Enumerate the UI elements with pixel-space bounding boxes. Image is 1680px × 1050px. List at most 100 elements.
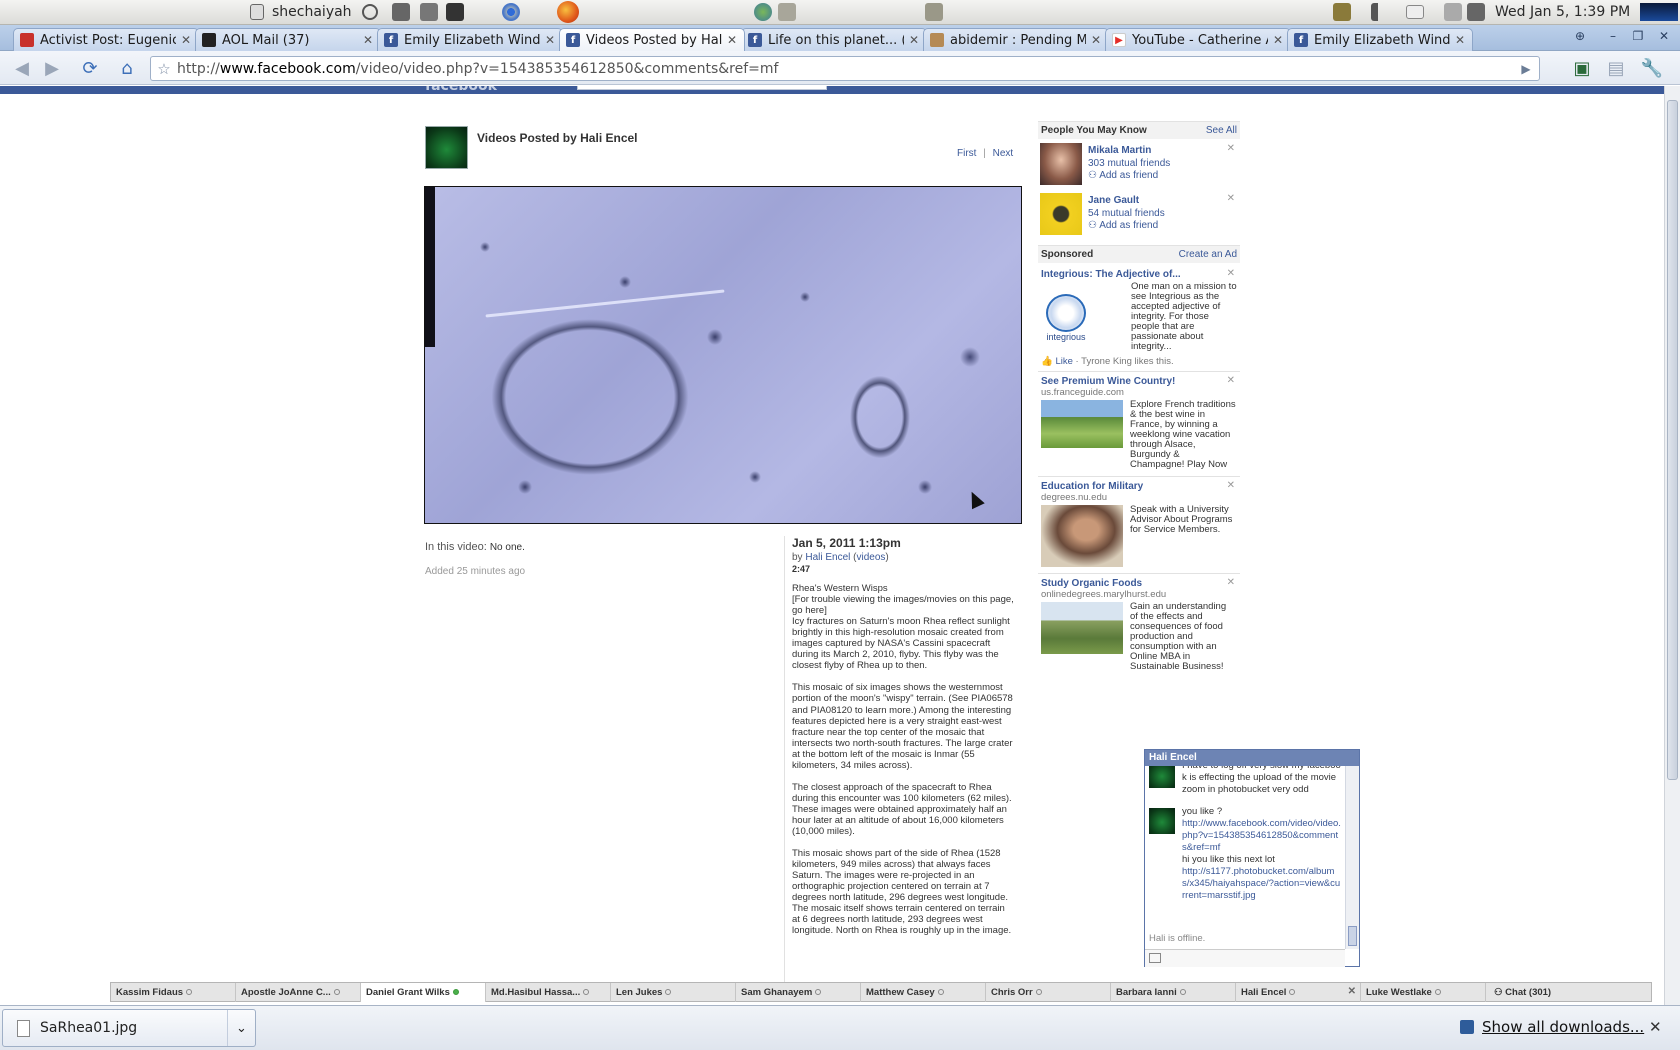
close-window-button[interactable]: ✕ xyxy=(1654,29,1674,45)
browser-tab[interactable]: f Emily Elizabeth Wind... ✕ xyxy=(377,28,563,51)
download-item[interactable]: SaRhea01.jpg ⌄ xyxy=(2,1009,256,1047)
chat-bar-item[interactable]: Md.Hasibul Hassa... xyxy=(486,983,611,1002)
chat-bar-item[interactable]: Chris Orr xyxy=(986,983,1111,1002)
ad-item[interactable]: Education for Military degrees.nu.edu ✕ … xyxy=(1038,476,1240,567)
chat-bar-item[interactable]: Kassim Fidaus xyxy=(111,983,236,1002)
chat-scrollbar[interactable] xyxy=(1345,766,1359,949)
globe-icon[interactable] xyxy=(754,2,772,22)
ad-image[interactable] xyxy=(1041,400,1123,448)
pager-next-link[interactable]: Next xyxy=(993,148,1014,159)
address-bar[interactable]: ☆ http://www.facebook.com/video/video.ph… xyxy=(150,56,1540,81)
page-scrollbar[interactable] xyxy=(1664,86,1680,1005)
dismiss-icon[interactable]: ✕ xyxy=(1227,268,1235,279)
close-chat-icon[interactable]: ✕ xyxy=(1348,986,1356,997)
ad-title[interactable]: See Premium Wine Country! xyxy=(1038,376,1240,387)
ad-item[interactable]: Integrious: The Adjective of... ✕ integr… xyxy=(1038,265,1240,367)
chat-bar-item[interactable]: Apostle JoAnne C... xyxy=(236,983,361,1002)
chevron-down-icon[interactable]: ⌄ xyxy=(227,1010,255,1046)
back-arrow-icon[interactable]: ◀ xyxy=(10,57,34,79)
chat-bar-item[interactable]: Daniel Grant Wilks xyxy=(361,983,486,1002)
chat-bar-item[interactable]: Luke Westlake xyxy=(1361,983,1486,1002)
ad-image[interactable] xyxy=(1041,602,1123,654)
author-link[interactable]: Hali Encel xyxy=(805,552,850,563)
dismiss-icon[interactable]: ✕ xyxy=(1227,480,1235,491)
avatar[interactable] xyxy=(1040,193,1082,235)
avatar[interactable] xyxy=(1149,808,1175,834)
add-friend-link[interactable]: ⚇ Add as friend xyxy=(1088,170,1158,181)
new-tab-button[interactable]: ⊕ xyxy=(1570,29,1590,45)
create-ad-link[interactable]: Create an Ad xyxy=(1179,249,1237,260)
system-monitor-icon[interactable] xyxy=(1640,2,1678,22)
mutual-friends-link[interactable]: 54 mutual friends xyxy=(1088,208,1165,219)
printer-icon[interactable] xyxy=(1444,2,1462,22)
browser-tab[interactable]: Activist Post: Eugenic... ✕ xyxy=(13,28,199,51)
emoticon-icon[interactable] xyxy=(1149,953,1161,963)
chat-bar-item[interactable]: Sam Ghanayem xyxy=(736,983,861,1002)
restore-button[interactable]: ❐ xyxy=(1628,29,1648,45)
browser-tab[interactable]: abidemir : Pending M... ✕ xyxy=(923,28,1109,51)
browser-tab[interactable]: f Videos Posted by Hali... ✕ xyxy=(559,28,745,51)
folder-icon[interactable] xyxy=(778,2,796,22)
browser-tab[interactable]: ▶ YouTube - Catherine A... ✕ xyxy=(1105,28,1291,51)
home-icon[interactable]: ⌂ xyxy=(115,57,139,79)
person-name-link[interactable]: Jane Gault xyxy=(1088,195,1139,206)
volume-icon[interactable] xyxy=(1371,2,1389,22)
go-arrow-icon[interactable]: ▶ xyxy=(1513,62,1539,76)
chat-toggle-button[interactable]: ⚇ Chat (301) xyxy=(1486,983,1651,1001)
close-tab-icon[interactable]: ✕ xyxy=(1272,33,1284,47)
ad-title[interactable]: Education for Military xyxy=(1038,481,1240,492)
address-url[interactable]: http://www.facebook.com/video/video.php?… xyxy=(177,61,1513,77)
dismiss-icon[interactable]: ✕ xyxy=(1227,577,1235,588)
chat-bar-item[interactable]: Barbara Ianni xyxy=(1111,983,1236,1002)
show-all-downloads-link[interactable]: Show all downloads... xyxy=(1460,1018,1644,1036)
extension-icon[interactable]: ▣ xyxy=(1570,57,1594,79)
see-all-link[interactable]: See All xyxy=(1206,125,1237,136)
browser-tab[interactable]: f Life on this planet... (... ✕ xyxy=(741,28,927,51)
like-link[interactable]: 👍 Like xyxy=(1041,356,1073,367)
dismiss-icon[interactable]: ✕ xyxy=(1227,193,1235,204)
close-tab-icon[interactable]: ✕ xyxy=(180,33,192,47)
system-settings-icon[interactable] xyxy=(392,2,410,22)
avatar[interactable] xyxy=(1149,766,1175,788)
clock[interactable]: Wed Jan 5, 1:39 PM xyxy=(1495,2,1630,22)
close-tab-icon[interactable]: ✕ xyxy=(1454,33,1466,47)
network-icon[interactable] xyxy=(1467,2,1485,22)
mutual-friends-link[interactable]: 303 mutual friends xyxy=(1088,158,1170,169)
browser-tab[interactable]: AOL Mail (37) ✕ xyxy=(195,28,381,51)
ad-image[interactable] xyxy=(1041,505,1123,567)
firefox-icon[interactable] xyxy=(557,1,579,23)
chat-bar-item[interactable]: Len Jukes xyxy=(611,983,736,1002)
close-icon[interactable]: ✕ xyxy=(1649,1018,1662,1036)
person-name-link[interactable]: Mikala Martin xyxy=(1088,145,1151,156)
close-tab-icon[interactable]: ✕ xyxy=(726,33,738,47)
close-tab-icon[interactable]: ✕ xyxy=(544,33,556,47)
dismiss-icon[interactable]: ✕ xyxy=(1227,375,1235,386)
chat-message-link[interactable]: http://www.facebook.com/video/video.php?… xyxy=(1182,818,1341,854)
mail-icon[interactable] xyxy=(1406,2,1424,22)
pager-first-link[interactable]: First xyxy=(957,148,976,159)
ad-image[interactable]: integrious xyxy=(1041,282,1091,342)
ad-item[interactable]: Study Organic Foods onlinedegrees.marylh… xyxy=(1038,573,1240,672)
user-menu[interactable]: shechaiyah xyxy=(250,2,352,22)
files-icon[interactable] xyxy=(925,2,943,22)
ad-title[interactable]: Integrious: The Adjective of... xyxy=(1038,269,1240,280)
chat-window-title[interactable]: Hali Encel xyxy=(1145,750,1359,766)
browser-tab[interactable]: f Emily Elizabeth Wind... ✕ xyxy=(1287,28,1473,51)
page-menu-icon[interactable]: ▤ xyxy=(1604,57,1628,79)
video-player[interactable] xyxy=(424,186,1022,524)
facebook-search-input[interactable] xyxy=(577,86,827,90)
close-tab-icon[interactable]: ✕ xyxy=(1090,33,1102,47)
bookmark-star-icon[interactable]: ☆ xyxy=(151,60,177,78)
add-friend-link[interactable]: ⚇ Add as friend xyxy=(1088,220,1158,231)
close-tab-icon[interactable]: ✕ xyxy=(362,33,374,47)
minimize-button[interactable]: – xyxy=(1603,29,1623,45)
chat-window[interactable]: Hali Encel I have to log off very slow m… xyxy=(1144,749,1360,967)
wrench-menu-icon[interactable]: 🔧 xyxy=(1640,57,1664,79)
notes-icon[interactable] xyxy=(1333,2,1351,22)
power-icon[interactable] xyxy=(362,2,378,22)
dismiss-icon[interactable]: ✕ xyxy=(1227,143,1235,154)
facebook-logo[interactable]: facebook xyxy=(425,86,497,94)
chat-bar-item[interactable]: Hali Encel ✕ xyxy=(1236,983,1361,1002)
avatar[interactable] xyxy=(1040,143,1082,185)
forward-arrow-icon[interactable]: ▶ xyxy=(40,57,64,79)
